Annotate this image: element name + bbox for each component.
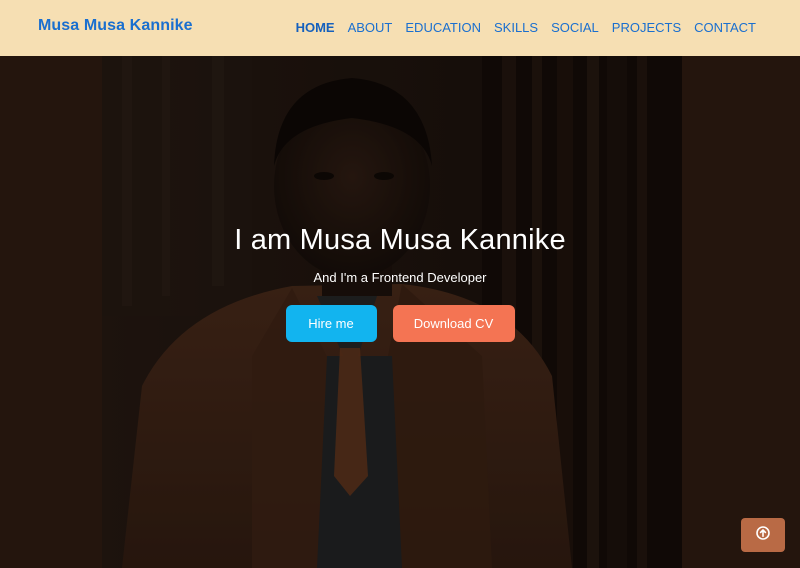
nav-link-about[interactable]: ABOUT — [348, 20, 393, 35]
navbar: Musa Musa Kannike HOME ABOUT EDUCATION S… — [0, 0, 800, 56]
nav-link-skills[interactable]: SKILLS — [494, 20, 538, 35]
nav-link-projects[interactable]: PROJECTS — [612, 20, 681, 35]
download-cv-button[interactable]: Download CV — [392, 305, 515, 342]
hero-title: I am Musa Musa Kannike — [234, 224, 566, 256]
nav-link-home[interactable]: HOME — [296, 20, 335, 35]
nav-link-social[interactable]: SOCIAL — [551, 20, 599, 35]
brand-logo[interactable]: Musa Musa Kannike — [38, 17, 193, 35]
hero-subtitle: And I'm a Frontend Developer — [313, 270, 487, 285]
nav-link-contact[interactable]: CONTACT — [694, 20, 756, 35]
nav-link-education[interactable]: EDUCATION — [405, 20, 481, 35]
hero-section: I am Musa Musa Kannike And I'm a Fronten… — [0, 56, 800, 568]
hero-buttons: Hire me Download CV — [0, 305, 800, 342]
arrow-up-circle-icon — [756, 525, 770, 545]
nav-links: HOME ABOUT EDUCATION SKILLS SOCIAL PROJE… — [296, 19, 756, 37]
scroll-to-top-button[interactable] — [741, 518, 785, 552]
hero-content: I am Musa Musa Kannike And I'm a Fronten… — [0, 224, 800, 342]
hire-me-button[interactable]: Hire me — [285, 305, 377, 342]
